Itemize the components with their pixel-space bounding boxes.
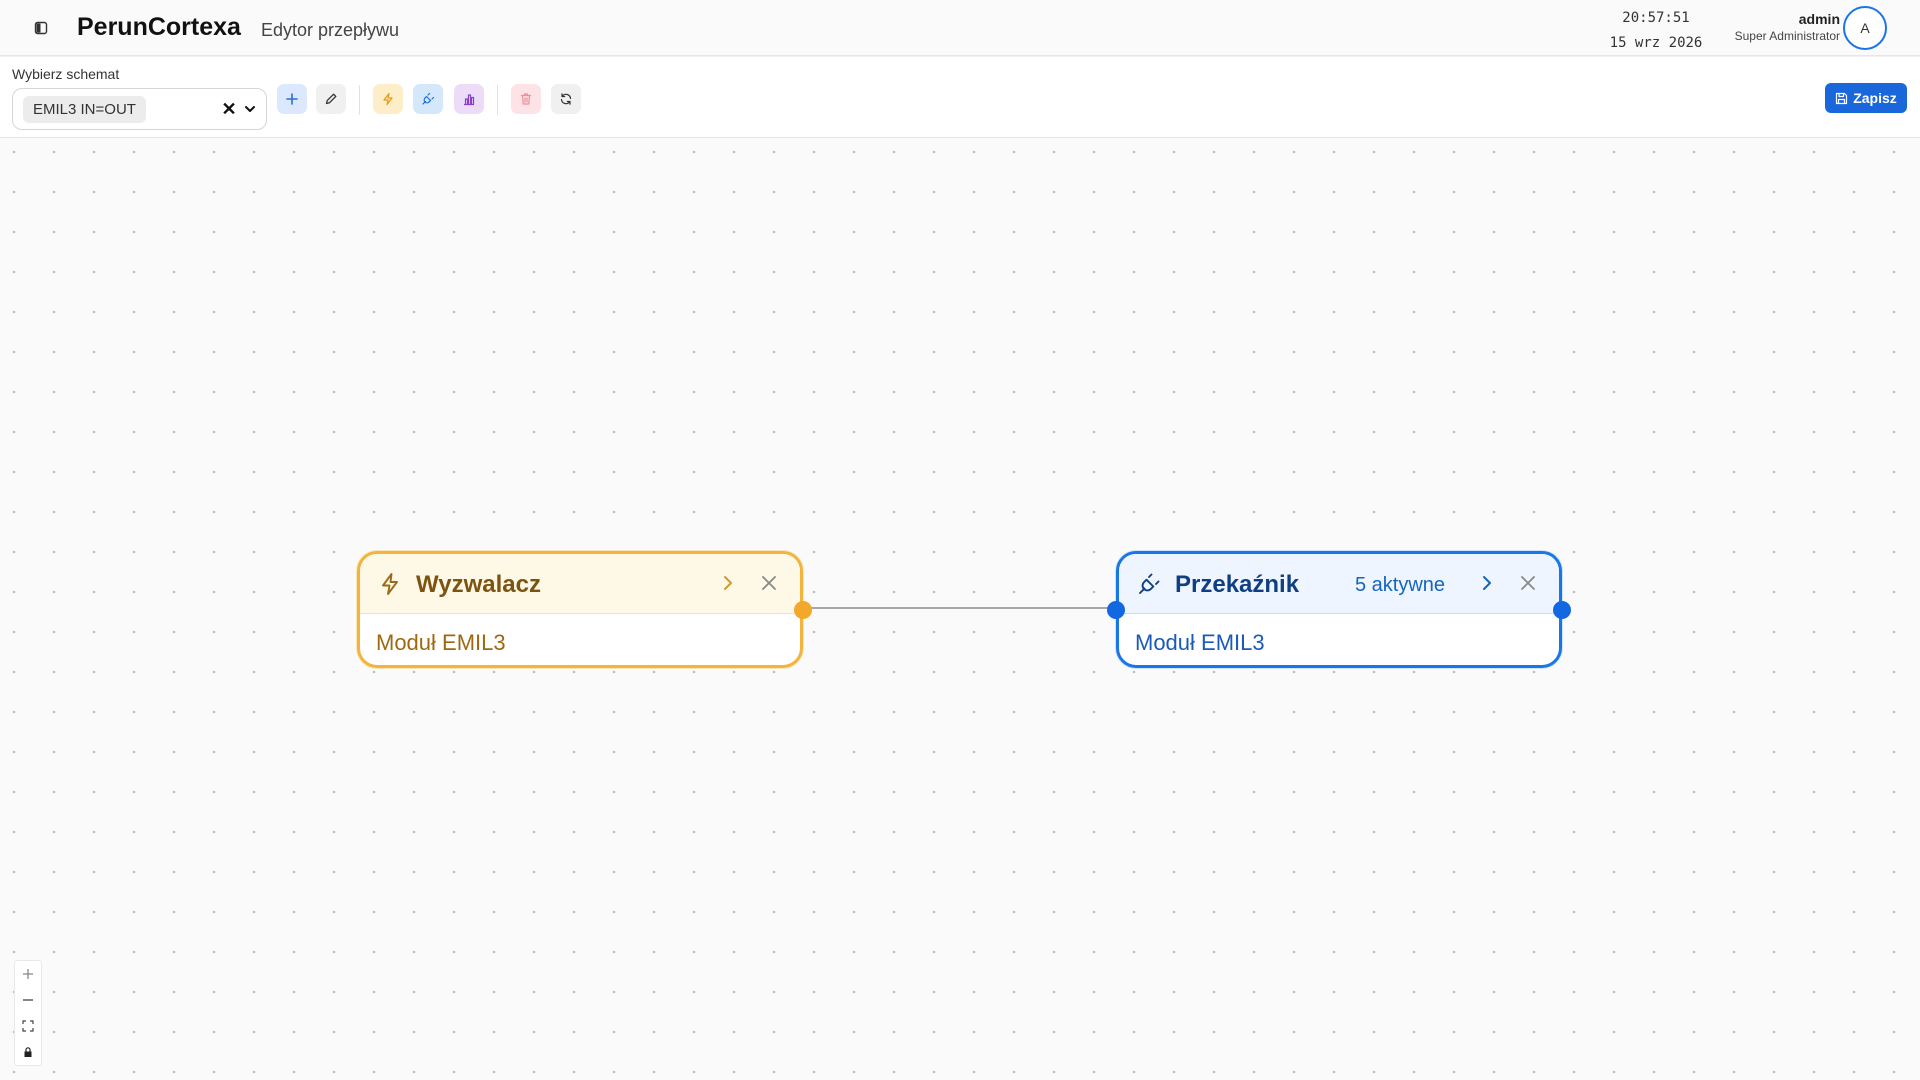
delete-button[interactable] (511, 84, 541, 114)
node-title: Przekaźnik (1175, 571, 1300, 598)
zoom-in-button[interactable] (15, 961, 41, 987)
sidebar-toggle-icon (34, 21, 48, 35)
close-icon[interactable] (756, 570, 782, 596)
sidebar-toggle-button[interactable] (26, 16, 56, 40)
chevron-down-icon[interactable] (239, 97, 261, 121)
schema-label: Wybierz schemat (12, 66, 120, 82)
save-label: Zapisz (1853, 90, 1897, 106)
node-header: Przekaźnik 5 aktywne (1119, 554, 1559, 614)
relay-node[interactable]: Przekaźnik 5 aktywne Moduł EMIL3 (1107, 551, 1571, 668)
toolbar-divider (359, 85, 360, 115)
fit-view-button[interactable] (15, 1013, 41, 1039)
add-button[interactable] (277, 84, 307, 114)
avatar[interactable]: A (1843, 6, 1887, 50)
chevron-right-icon[interactable] (1474, 570, 1500, 596)
add-trigger-button[interactable] (373, 84, 403, 114)
zoom-out-button[interactable] (15, 987, 41, 1013)
toolbar: Wybierz schemat EMIL3 IN=OUT ✕ Zapisz (0, 57, 1920, 138)
add-chart-button[interactable] (454, 84, 484, 114)
node-subtitle: Moduł EMIL3 (1135, 630, 1265, 655)
save-button[interactable]: Zapisz (1825, 83, 1907, 113)
flow-edge[interactable] (803, 607, 1115, 609)
add-relay-button[interactable] (413, 84, 443, 114)
top-bar: PerunCortexa Edytor przepływu 20:57:51 1… (0, 0, 1920, 56)
refresh-button[interactable] (551, 84, 581, 114)
plus-icon (23, 969, 33, 979)
plus-icon (286, 93, 298, 105)
user-role: Super Administrator (1734, 29, 1840, 43)
bar-chart-icon (464, 94, 475, 106)
close-icon[interactable] (1515, 570, 1541, 596)
clock-date: 15 wrz 2026 (1609, 35, 1703, 51)
refresh-icon (560, 93, 572, 105)
pencil-icon (325, 93, 337, 105)
floppy-icon (1836, 92, 1848, 104)
chevron-right-icon[interactable] (715, 570, 741, 596)
trash-icon (520, 93, 532, 105)
flow-canvas[interactable] (0, 138, 1920, 1080)
lightning-icon (382, 573, 398, 595)
lightning-icon (383, 92, 393, 106)
output-handle[interactable] (1553, 601, 1571, 619)
active-count-badge: 5 aktywne (1355, 574, 1446, 596)
clock-time: 20:57:51 (1622, 10, 1690, 26)
zoom-controls (14, 960, 42, 1066)
plug-icon (422, 92, 435, 105)
node-subtitle: Moduł EMIL3 (376, 630, 506, 655)
plug-icon (1139, 573, 1160, 594)
fit-view-icon (22, 1020, 34, 1032)
lock-button[interactable] (15, 1039, 41, 1065)
schema-select[interactable]: EMIL3 IN=OUT ✕ (12, 88, 267, 130)
node-title: Wyzwalacz (416, 571, 541, 598)
user-name: admin (1798, 11, 1840, 27)
clear-icon[interactable]: ✕ (219, 98, 239, 120)
schema-selected-value: EMIL3 IN=OUT (23, 96, 146, 123)
lock-icon (24, 1047, 32, 1057)
page-title: Edytor przepływu (261, 20, 400, 40)
user-info: admin Super Administrator (1716, 11, 1840, 45)
clock: 20:57:51 15 wrz 2026 (1606, 6, 1706, 56)
minus-icon (23, 999, 33, 1001)
node-header: Wyzwalacz (360, 554, 800, 614)
app-brand: PerunCortexa (77, 13, 241, 41)
trigger-node[interactable]: Wyzwalacz Moduł EMIL3 (357, 551, 812, 668)
output-handle[interactable] (794, 601, 812, 619)
edit-button[interactable] (316, 84, 346, 114)
toolbar-divider (497, 85, 498, 115)
input-handle[interactable] (1107, 601, 1125, 619)
